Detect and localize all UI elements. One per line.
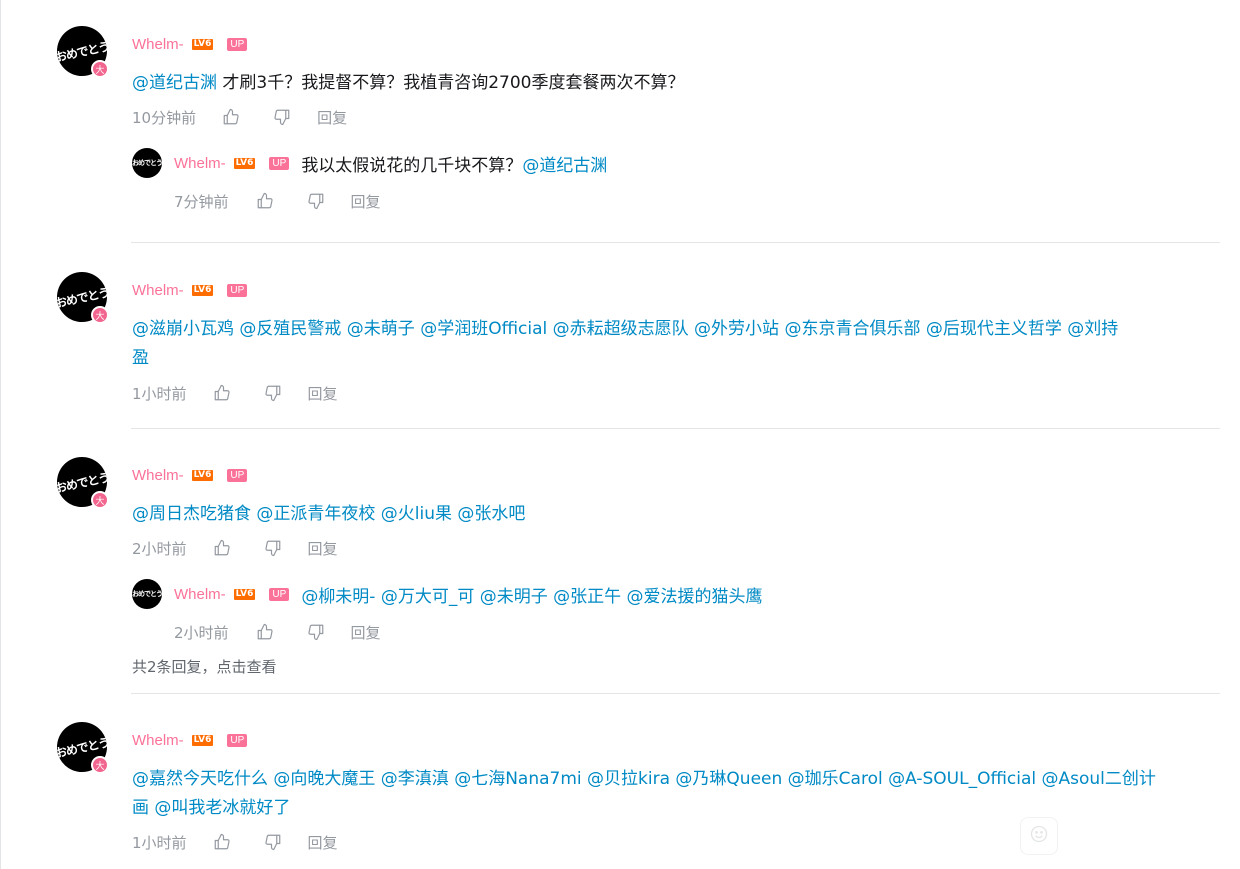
thumbs-down-icon[interactable] <box>263 538 283 558</box>
up-tag: UP <box>227 37 248 51</box>
reply-button[interactable]: 回复 <box>308 538 338 559</box>
username[interactable]: Whelm- <box>132 282 184 299</box>
mention-link[interactable]: @道纪古渊 <box>522 151 607 176</box>
level-badge: LV6 <box>191 469 214 481</box>
comment-header: Whelm- LV6 UP <box>132 465 248 485</box>
level-badge: LV6 <box>233 588 256 600</box>
avatar[interactable]: おめでとう 大 <box>52 717 112 777</box>
avatar-badge: 大 <box>91 306 109 324</box>
avatar[interactable]: おめでとう 大 <box>52 267 112 327</box>
level-badge: LV6 <box>233 157 256 169</box>
level-badge: LV6 <box>191 734 214 746</box>
avatar-badge: 大 <box>91 756 109 774</box>
divider <box>131 242 1220 243</box>
comment-time: 2小时前 <box>132 539 187 558</box>
avatar-badge: 大 <box>91 491 109 509</box>
up-tag: UP <box>227 733 248 747</box>
reply-meta: 2小时前 回复 <box>174 621 381 643</box>
up-tag: UP <box>227 283 248 297</box>
thumbs-up-icon[interactable] <box>255 622 275 642</box>
reply-avatar[interactable]: おめでとう <box>132 148 162 178</box>
username[interactable]: Whelm- <box>174 155 226 172</box>
level-badge: LV6 <box>191 284 214 296</box>
reply-button[interactable]: 回复 <box>351 622 381 643</box>
divider <box>131 693 1220 694</box>
comment-meta: 1小时前 回复 <box>132 382 338 404</box>
username[interactable]: Whelm- <box>174 586 226 603</box>
thumbs-down-icon[interactable] <box>263 383 283 403</box>
thumbs-down-icon[interactable] <box>263 832 283 852</box>
level-badge: LV6 <box>191 38 214 50</box>
smile-icon <box>1029 824 1049 848</box>
reply-button[interactable]: 回复 <box>308 383 338 404</box>
mention-link[interactable]: @道纪古渊 <box>132 73 217 93</box>
reply-time: 7分钟前 <box>174 192 229 211</box>
up-tag: UP <box>269 587 290 601</box>
thumbs-down-icon[interactable] <box>272 107 292 127</box>
avatar[interactable]: おめでとう 大 <box>52 452 112 512</box>
thumbs-up-icon[interactable] <box>255 191 275 211</box>
username[interactable]: Whelm- <box>132 732 184 749</box>
mention-line[interactable]: @嘉然今天吃什么 @向晚大魔王 @李滇滇 @七海Nana7mi @贝拉kira … <box>132 765 1222 794</box>
username[interactable]: Whelm- <box>132 36 184 53</box>
comment-meta: 1小时前 回复 <box>132 831 338 853</box>
comment-text: 才刷3千？我提督不算？我植青咨询2700季度套餐两次不算？ <box>217 73 685 93</box>
thumbs-up-icon[interactable] <box>221 107 241 127</box>
thumbs-down-icon[interactable] <box>306 191 326 211</box>
thumbs-up-icon[interactable] <box>212 383 232 403</box>
mention-line[interactable]: @滋崩小瓦鸡 @反殖民警戒 @未萌子 @学润班Official @赤耘超级志愿队… <box>132 315 1222 344</box>
username[interactable]: Whelm- <box>132 467 184 484</box>
avatar[interactable]: おめでとう 大 <box>52 21 112 81</box>
comment-time: 1小时前 <box>132 833 187 852</box>
reply-button[interactable]: 回复 <box>308 832 338 853</box>
reply-button[interactable]: 回复 <box>351 191 381 212</box>
comment-meta: 2小时前 回复 <box>132 537 338 559</box>
comment-meta: 10分钟前 回复 <box>132 106 347 128</box>
comment-header: Whelm- LV6 UP <box>132 280 248 300</box>
avatar-badge: 大 <box>91 60 109 78</box>
mention-line[interactable]: 画 @叫我老冰就好了 <box>132 794 1222 823</box>
reply-meta: 7分钟前 回复 <box>174 190 381 212</box>
reply-avatar[interactable]: おめでとう <box>132 579 162 609</box>
reply-time: 2小时前 <box>174 623 229 642</box>
floating-action-button[interactable] <box>1020 817 1058 855</box>
comment-content: @嘉然今天吃什么 @向晚大魔王 @李滇滇 @七海Nana7mi @贝拉kira … <box>132 765 1222 823</box>
comment-time: 10分钟前 <box>132 108 197 127</box>
comment-time: 1小时前 <box>132 384 187 403</box>
reply-header: Whelm- LV6 UP 我以太假说花的几千块不算？ @道纪古渊 <box>174 151 607 176</box>
view-more-replies[interactable]: 共2条回复，点击查看 <box>132 656 277 677</box>
mention-line[interactable]: 盈 <box>132 344 1222 373</box>
thumbs-up-icon[interactable] <box>212 832 232 852</box>
divider <box>131 428 1220 429</box>
reply-button[interactable]: 回复 <box>317 107 347 128</box>
thumbs-down-icon[interactable] <box>306 622 326 642</box>
reply-text: 我以太假说花的几千块不算？ <box>301 155 523 176</box>
reply-header: Whelm- LV6 UP @柳未明- @万大可_可 @未明子 @张正午 @爱法… <box>174 582 763 607</box>
comment-section: おめでとう 大 Whelm- LV6 UP @道纪古渊 才刷3千？我提督不算？我… <box>0 0 1240 869</box>
up-tag: UP <box>269 156 290 170</box>
mention-link[interactable]: @柳未明- @万大可_可 @未明子 @张正午 @爱法援的猫头鹰 <box>301 582 762 607</box>
comment-header: Whelm- LV6 UP <box>132 730 248 750</box>
comment-content: @滋崩小瓦鸡 @反殖民警戒 @未萌子 @学润班Official @赤耘超级志愿队… <box>132 315 1222 373</box>
up-tag: UP <box>227 468 248 482</box>
comment-content: @道纪古渊 才刷3千？我提督不算？我植青咨询2700季度套餐两次不算？ <box>132 69 684 98</box>
comment-header: Whelm- LV6 UP <box>132 34 248 54</box>
comment-content[interactable]: @周日杰吃猪食 @正派青年夜校 @火liu果 @张水吧 <box>132 500 525 529</box>
thumbs-up-icon[interactable] <box>212 538 232 558</box>
